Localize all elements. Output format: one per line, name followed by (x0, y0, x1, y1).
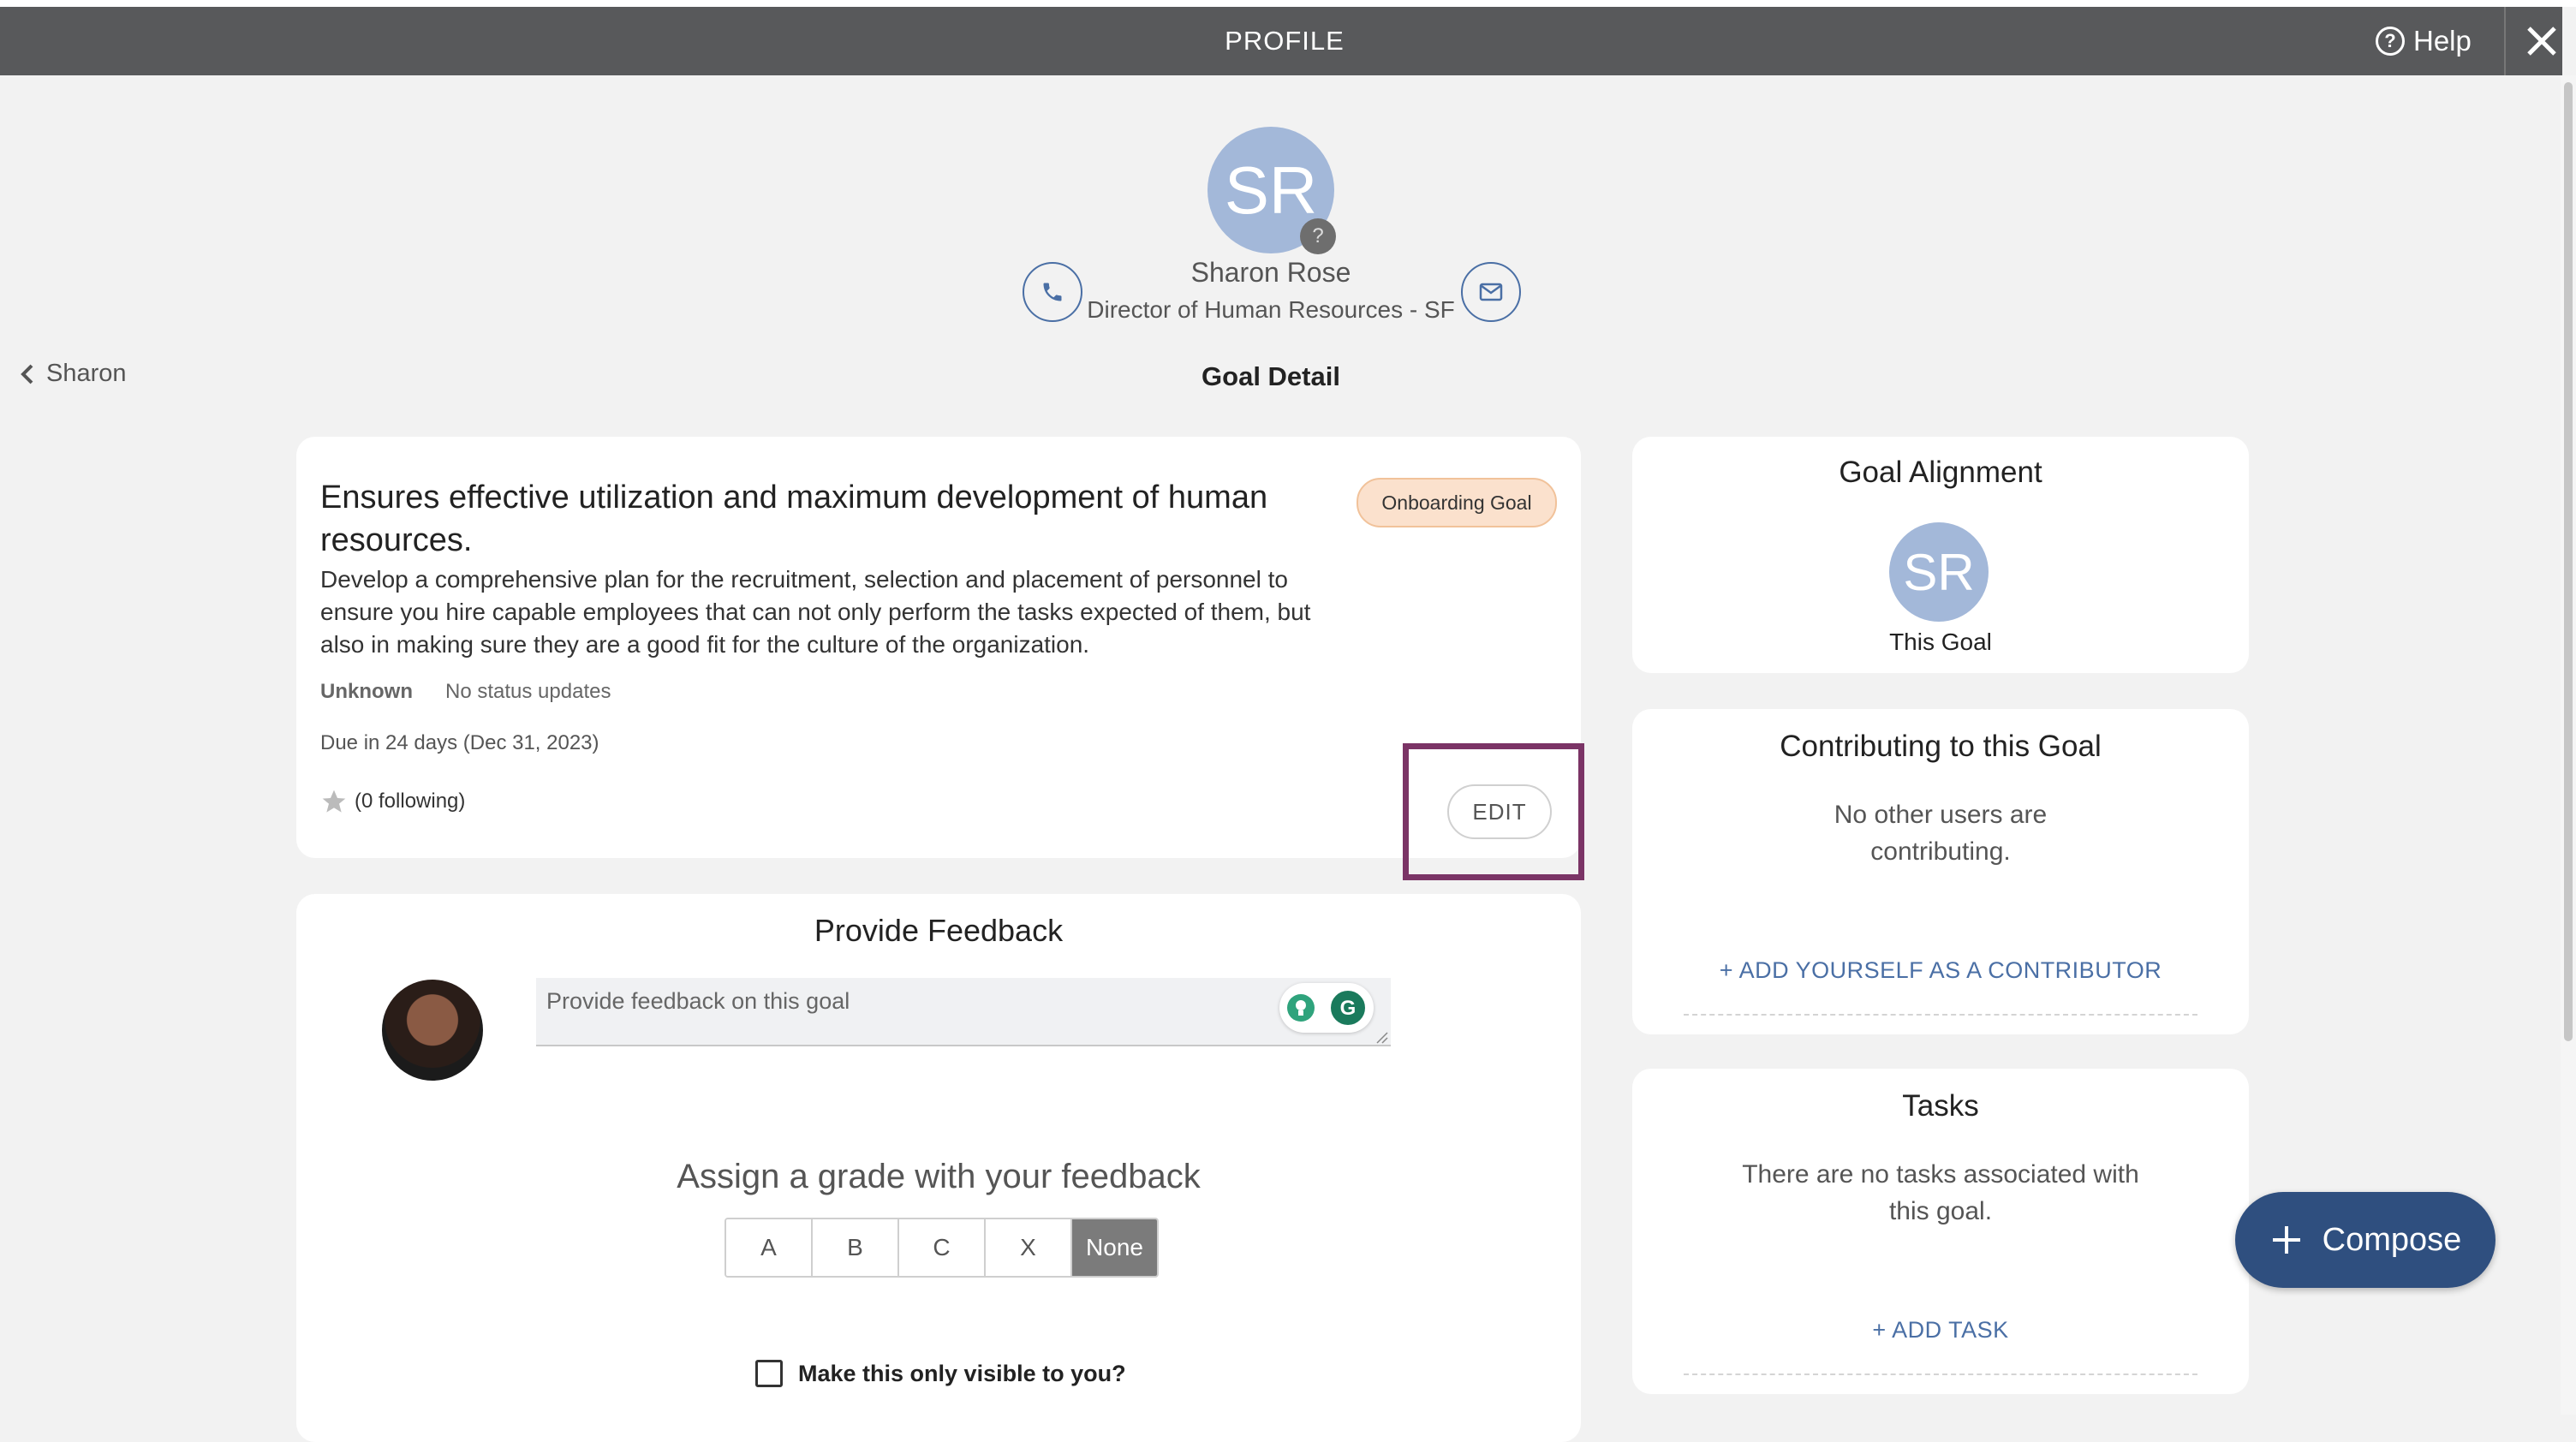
alignment-avatar[interactable]: SR (1889, 522, 1989, 622)
star-icon[interactable] (320, 788, 348, 815)
close-icon (2527, 27, 2556, 56)
alignment-title: Goal Alignment (1839, 456, 2042, 489)
goal-status-updates: No status updates (445, 680, 611, 703)
page-heading: Goal Detail (1202, 361, 1340, 391)
email-button[interactable] (1461, 262, 1521, 322)
profile-name: Sharon Rose (1190, 257, 1351, 288)
resize-handle-icon[interactable] (1375, 1031, 1389, 1045)
grade-b-button[interactable]: B (813, 1219, 899, 1276)
contributing-title: Contributing to this Goal (1780, 730, 2102, 763)
back-label: Sharon (46, 360, 127, 387)
grade-a-button[interactable]: A (726, 1219, 813, 1276)
header-title: PROFILE (1225, 26, 1345, 56)
contributing-text: No other users are contributing. (1834, 801, 2048, 866)
help-icon: ? (2376, 27, 2405, 56)
following-count: (0 following) (355, 790, 466, 813)
visibility-label: Make this only visible to you? (798, 1360, 1126, 1386)
goal-description: Develop a comprehensive plan for the rec… (320, 566, 1311, 658)
add-task-link[interactable]: + ADD TASK (1632, 1317, 2249, 1344)
grade-c-button[interactable]: C (899, 1219, 986, 1276)
edit-highlight-box (1403, 743, 1584, 880)
lightbulb-icon[interactable] (1285, 992, 1316, 1023)
chevron-left-icon (21, 364, 33, 384)
visibility-option: Make this only visible to you? (755, 1360, 1126, 1387)
contributing-divider (1684, 1014, 2197, 1016)
email-icon (1479, 283, 1503, 301)
avatar-status-badge: ? (1300, 218, 1336, 254)
visibility-checkbox[interactable] (755, 1360, 783, 1387)
compose-button[interactable]: Compose (2235, 1192, 2496, 1288)
scrollbar-thumb[interactable] (2564, 82, 2573, 1041)
tasks-text: There are no tasks associated with this … (1742, 1160, 2139, 1225)
feedback-title: Provide Feedback (814, 913, 1064, 948)
tasks-divider (1684, 1373, 2197, 1375)
feedback-input[interactable] (536, 978, 1391, 1046)
grade-selector: A B C X None (724, 1218, 1159, 1278)
back-link[interactable]: Sharon (19, 360, 127, 388)
header-divider (2504, 7, 2506, 75)
goal-due-date: Due in 24 days (Dec 31, 2023) (320, 731, 599, 754)
grade-none-button[interactable]: None (1072, 1219, 1157, 1276)
goal-type-badge: Onboarding Goal (1357, 478, 1557, 527)
grade-title: Assign a grade with your feedback (677, 1158, 1201, 1195)
help-label: Help (2413, 25, 2472, 57)
compose-label: Compose (2322, 1221, 2462, 1258)
plus-icon (2272, 1226, 2300, 1254)
close-button[interactable] (2518, 7, 2566, 75)
user-avatar (382, 980, 483, 1081)
profile-job-title: Director of Human Resources - SF (1087, 296, 1455, 323)
follow-row: (0 following) (320, 788, 465, 815)
grammar-tools: G (1279, 983, 1374, 1033)
add-contributor-link[interactable]: + ADD YOURSELF AS A CONTRIBUTOR (1632, 957, 2249, 984)
alignment-label: This Goal (1889, 629, 1992, 655)
goal-title: Ensures effective utilization and maximu… (320, 480, 1268, 558)
grade-x-button[interactable]: X (986, 1219, 1072, 1276)
header-bar: PROFILE ? Help (0, 7, 2562, 75)
top-edge (0, 0, 2576, 7)
phone-icon (1043, 283, 1062, 301)
help-button[interactable]: ? Help (2376, 7, 2472, 75)
grammarly-icon[interactable]: G (1328, 988, 1368, 1028)
goal-status: Unknown (320, 680, 413, 703)
svg-text:G: G (1340, 997, 1357, 1020)
phone-button[interactable] (1023, 262, 1082, 322)
tasks-title: Tasks (1902, 1089, 1979, 1123)
